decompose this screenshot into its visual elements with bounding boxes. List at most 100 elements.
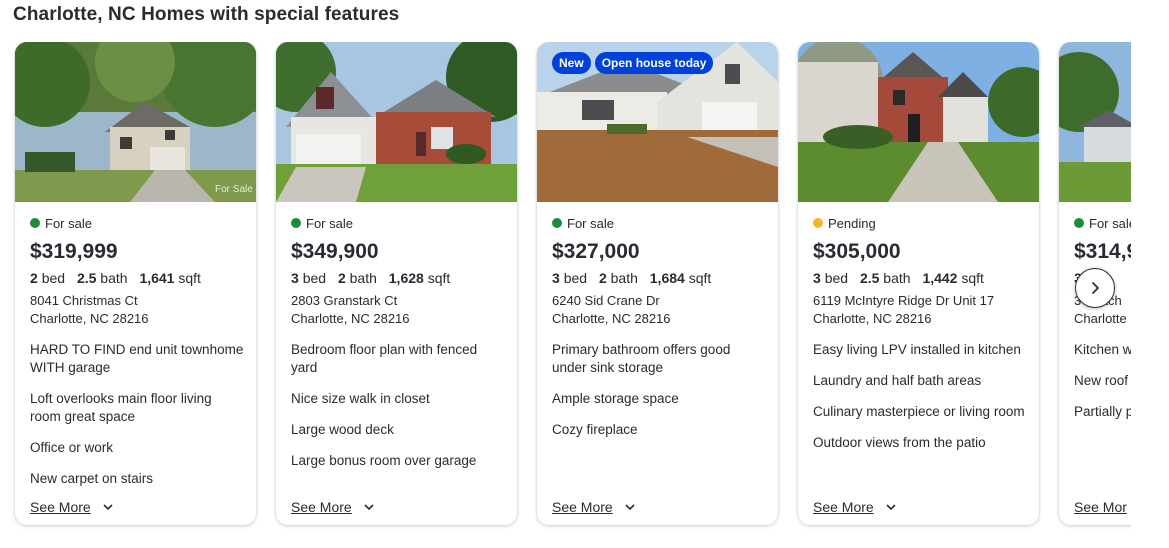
address-line1: 8041 Christmas Ct	[30, 293, 138, 308]
baths-label: bath	[610, 270, 638, 286]
status-dot	[30, 218, 40, 228]
home-facts: 3 bed 2 bath 1,628 sqft	[291, 269, 507, 287]
sqft-value: 1,442	[922, 270, 958, 286]
status-label: For sale	[1089, 215, 1131, 231]
listing-badges: New Open house today	[552, 52, 714, 74]
listing-card[interactable]: For sale $349,900 3 bed 2 bath 1,628 sqf…	[276, 42, 517, 525]
feature-item: Large bonus room over garage	[291, 453, 477, 468]
svg-text:For Sale: For Sale	[215, 184, 253, 195]
sqft-label: sqft	[961, 270, 984, 286]
feature-list: Easy living LPV installed in kitchen Lau…	[813, 341, 1029, 452]
home-facts: 3 bed 2 bath 1,684 sqft	[552, 269, 768, 287]
listing-photo[interactable]	[276, 42, 517, 202]
status-dot	[813, 218, 823, 228]
baths-value: 2.5	[859, 270, 880, 286]
feature-item: Culinary masterpiece or living room	[813, 404, 1025, 419]
listing-address[interactable]: 8041 Christmas Ct Charlotte, NC 28216	[30, 292, 246, 328]
feature-list: HARD TO FIND end unit townhome WITH gara…	[30, 341, 246, 488]
see-more-label: See More	[291, 499, 352, 515]
listing-carousel: For Sale For sale $319,999 2 bed 2.5 bat…	[0, 42, 1131, 542]
status-indicator: For sale	[291, 215, 507, 231]
baths-label: bath	[100, 270, 128, 286]
chevron-down-icon	[625, 504, 635, 511]
feature-item: HARD TO FIND end unit townhome WITH gara…	[30, 342, 244, 375]
status-dot	[552, 218, 562, 228]
listing-address[interactable]: 6240 Sid Crane Dr Charlotte, NC 28216	[552, 292, 768, 328]
listing-card[interactable]: New Open house today For sale $327,000 3…	[537, 42, 778, 525]
carousel-track: For Sale For sale $319,999 2 bed 2.5 bat…	[15, 42, 1131, 525]
sqft-value: 1,641	[139, 270, 175, 286]
listing-price: $349,900	[291, 240, 379, 263]
home-facts: 3 bed 2.5 bath 1,442 sqft	[813, 269, 1029, 287]
feature-item: Large wood deck	[291, 422, 394, 437]
status-dot	[1074, 218, 1084, 228]
feature-item: Nice size walk in closet	[291, 391, 430, 406]
status-indicator: For sale	[552, 215, 768, 231]
carousel-next-button[interactable]	[1075, 268, 1115, 308]
sqft-label: sqft	[427, 270, 451, 286]
listing-photo[interactable]: For Sale	[15, 42, 256, 202]
beds-value: 3	[552, 270, 560, 286]
beds-label: bed	[302, 270, 327, 286]
feature-item: Easy living LPV installed in kitchen	[813, 342, 1021, 357]
beds-label: bed	[563, 270, 588, 286]
open-house-badge: Open house today	[594, 52, 714, 74]
sqft-label: sqft	[688, 270, 712, 286]
status-indicator: Pending	[813, 215, 1029, 231]
beds-value: 3	[291, 270, 299, 286]
see-more-label: See More	[30, 499, 91, 515]
listing-photo[interactable]	[798, 42, 1039, 202]
feature-item: New roof	[1074, 373, 1129, 388]
address-line2: Charlotte, NC 28216	[813, 311, 932, 326]
feature-item: Partially p	[1074, 404, 1131, 419]
address-line1: 6240 Sid Crane Dr	[552, 293, 660, 308]
listing-address[interactable]: 2803 Granstark Ct Charlotte, NC 28216	[291, 292, 507, 328]
see-more-button[interactable]: See Mor	[1074, 499, 1127, 515]
see-more-label: See More	[552, 499, 613, 515]
address-line1: 2803 Granstark Ct	[291, 293, 398, 308]
beds-value: 3	[813, 270, 821, 286]
listing-price: $327,000	[552, 240, 640, 263]
chevron-down-icon	[103, 504, 113, 511]
home-facts: 2 bed 2.5 bath 1,641 sqft	[30, 269, 246, 287]
sqft-label: sqft	[178, 270, 201, 286]
listing-price: $319,999	[30, 240, 118, 263]
baths-label: bath	[883, 270, 911, 286]
listing-price: $305,000	[813, 240, 901, 263]
feature-list: Kitchen w appliance New roof Partially p	[1074, 341, 1131, 421]
address-line2: Charlotte	[1074, 311, 1127, 326]
see-more-label: See More	[813, 499, 874, 515]
chevron-right-icon	[1092, 282, 1099, 294]
address-line1: 6119 McIntyre Ridge Dr Unit 17	[813, 293, 995, 308]
status-indicator: For sale	[30, 215, 246, 231]
status-label: For sale	[45, 215, 92, 231]
see-more-button[interactable]: See More	[552, 499, 635, 515]
status-label: For sale	[306, 215, 353, 231]
status-indicator: For sale	[1074, 215, 1131, 231]
baths-label: bath	[349, 270, 377, 286]
chevron-down-icon	[364, 504, 374, 511]
listing-card[interactable]: Pending $305,000 3 bed 2.5 bath 1,442 sq…	[798, 42, 1039, 525]
see-more-button[interactable]: See More	[291, 499, 374, 515]
listing-photo[interactable]	[1059, 42, 1131, 202]
see-more-button[interactable]: See More	[813, 499, 896, 515]
baths-value: 2.5	[76, 270, 97, 286]
feature-list: Bedroom floor plan with fenced yard Nice…	[291, 341, 507, 470]
listing-price: $314,9	[1074, 240, 1131, 263]
status-dot	[291, 218, 301, 228]
listing-address[interactable]: 6119 McIntyre Ridge Dr Unit 17 Charlotte…	[813, 292, 1029, 328]
listing-photo[interactable]: New Open house today	[537, 42, 778, 202]
status-label: For sale	[567, 215, 614, 231]
feature-item: Primary bathroom offers good under sink …	[552, 342, 731, 375]
sqft-value: 1,628	[388, 270, 424, 286]
see-more-button[interactable]: See More	[30, 499, 113, 515]
beds-label: bed	[41, 270, 66, 286]
baths-value: 2	[598, 270, 607, 286]
feature-item: Cozy fireplace	[552, 422, 638, 437]
feature-item: New carpet on stairs	[30, 471, 154, 486]
address-line2: Charlotte, NC 28216	[552, 311, 671, 326]
feature-item: Outdoor views from the patio	[813, 435, 986, 450]
feature-list: Primary bathroom offers good under sink …	[552, 341, 768, 439]
listing-card[interactable]: For Sale For sale $319,999 2 bed 2.5 bat…	[15, 42, 256, 525]
section-title: Charlotte, NC Homes with special feature…	[13, 4, 400, 25]
